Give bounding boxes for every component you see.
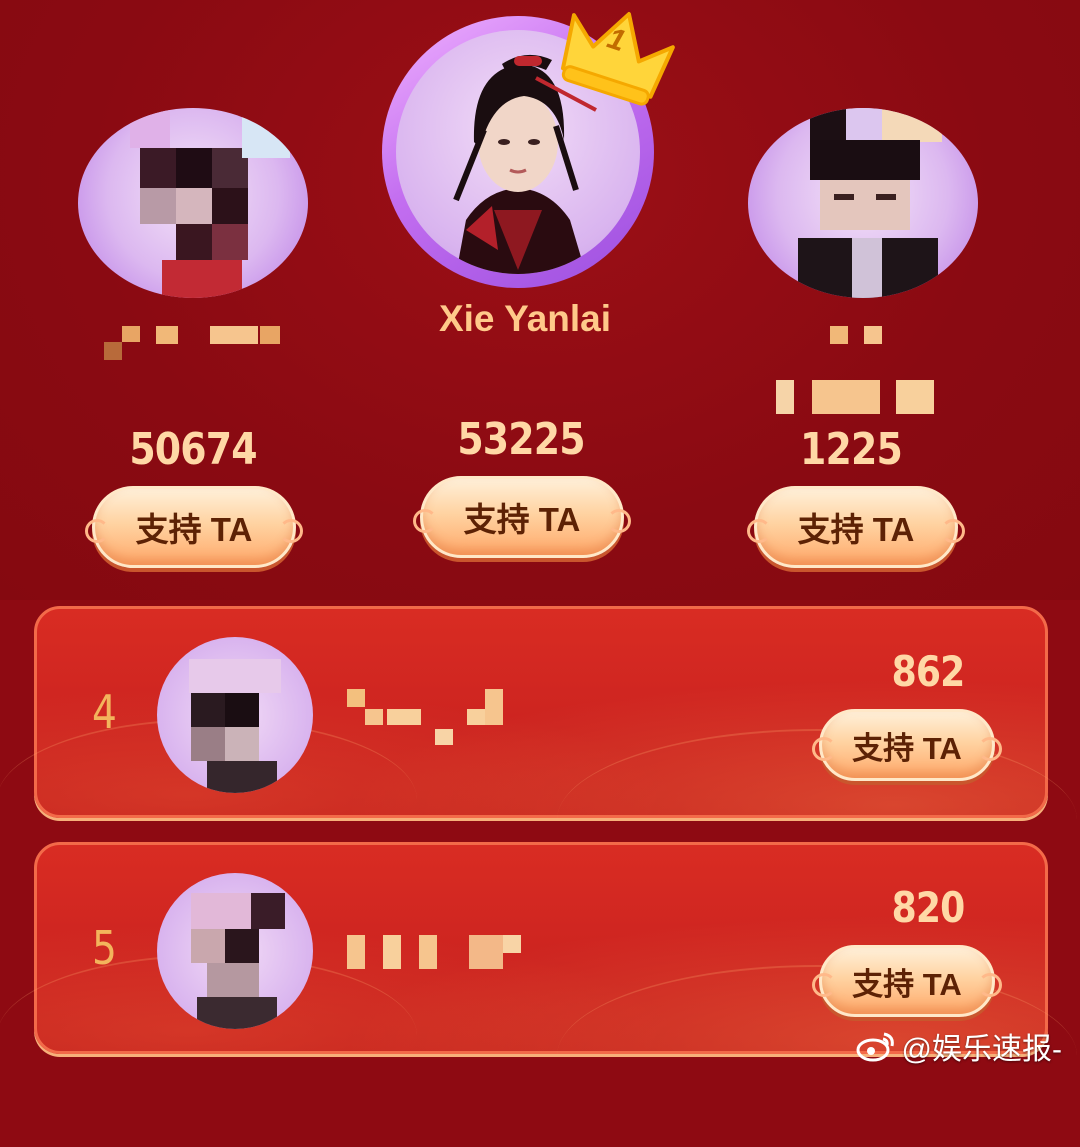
support-button-rank-1[interactable]: 支持 TA — [413, 476, 631, 558]
decor-swirl-icon — [607, 509, 631, 533]
support-button-label: 支持 TA — [463, 501, 581, 538]
avatar-rank-2[interactable] — [78, 108, 308, 298]
support-button-rank-4[interactable]: 支持 TA — [812, 709, 1002, 781]
ranking-row-4: 4 862 支持 TA — [0, 606, 1077, 818]
name-rank-1: Xie Yanlai — [438, 298, 612, 339]
ranking-row-5: 5 820 支持 TA — [0, 842, 1077, 1054]
weibo-icon — [856, 1032, 894, 1062]
watermark-text: @娱乐速报- — [901, 1033, 1062, 1066]
avatar-rank-4[interactable] — [157, 637, 313, 793]
decor-swirl-icon — [279, 519, 303, 543]
name-rank-4-pixelated — [347, 689, 517, 749]
score-rank-5: 820 — [891, 883, 966, 932]
decor-swirl-icon — [413, 509, 437, 533]
name-rank-5-pixelated — [347, 935, 527, 975]
decor-swirl-icon — [941, 519, 965, 543]
support-button-rank-2[interactable]: 支持 TA — [85, 486, 303, 568]
name-rank-3-pixelated — [776, 326, 946, 416]
support-button-rank-5[interactable]: 支持 TA — [812, 945, 1002, 1017]
score-rank-1: 53225 — [457, 414, 585, 465]
name-rank-2-pixelated — [104, 326, 284, 366]
support-button-label: 支持 TA — [852, 730, 962, 766]
score-rank-4: 862 — [891, 647, 966, 696]
decor-swirl-icon — [978, 973, 1002, 997]
decor-swirl-icon — [747, 519, 771, 543]
avatar-rank-3[interactable] — [748, 108, 978, 298]
watermark: @娱乐速报- — [856, 1026, 1062, 1066]
score-rank-2: 50674 — [129, 424, 257, 475]
decor-swirl-icon — [85, 519, 109, 543]
support-button-label: 支持 TA — [135, 511, 253, 548]
decor-swirl-icon — [812, 737, 836, 761]
support-button-label: 支持 TA — [797, 511, 915, 548]
rank-number: 4 — [92, 685, 117, 739]
score-rank-3: 1225 — [800, 424, 903, 475]
avatar-rank-5[interactable] — [157, 873, 313, 1029]
decor-swirl-icon — [978, 737, 1002, 761]
rank-number: 5 — [92, 921, 117, 975]
support-button-label: 支持 TA — [852, 966, 962, 1002]
decor-swirl-icon — [812, 973, 836, 997]
support-button-rank-3[interactable]: 支持 TA — [747, 486, 965, 568]
